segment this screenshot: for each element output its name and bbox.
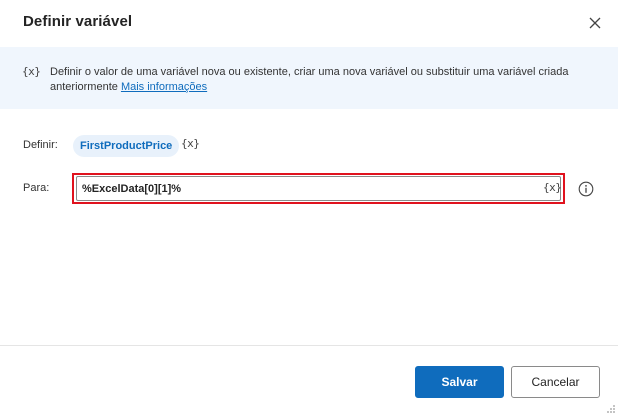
info-banner: {x} Definir o valor de uma variável nova… (0, 47, 618, 109)
value-input[interactable]: %ExcelData[0][1]% (76, 176, 561, 201)
set-variable-dialog: Definir variável {x} Definir o valor de … (0, 0, 618, 416)
info-description: Definir o valor de uma variável nova ou … (50, 65, 590, 95)
close-button[interactable] (585, 13, 605, 33)
footer-divider (0, 345, 618, 346)
dialog-title: Definir variável (23, 13, 133, 30)
variable-icon: {x} (22, 65, 41, 78)
info-icon[interactable] (578, 181, 594, 197)
resize-grip-icon[interactable] (604, 402, 616, 414)
variable-picker-icon[interactable]: {x} (181, 137, 200, 150)
to-label: Para: (23, 182, 50, 194)
close-icon (589, 17, 601, 29)
set-label: Definir: (23, 139, 58, 151)
cancel-button[interactable]: Cancelar (511, 366, 600, 398)
variable-name-chip[interactable]: FirstProductPrice (73, 135, 180, 157)
value-variable-picker-icon[interactable]: {x} (543, 181, 562, 194)
save-button[interactable]: Salvar (415, 366, 504, 398)
more-info-link[interactable]: Mais informações (121, 81, 207, 93)
